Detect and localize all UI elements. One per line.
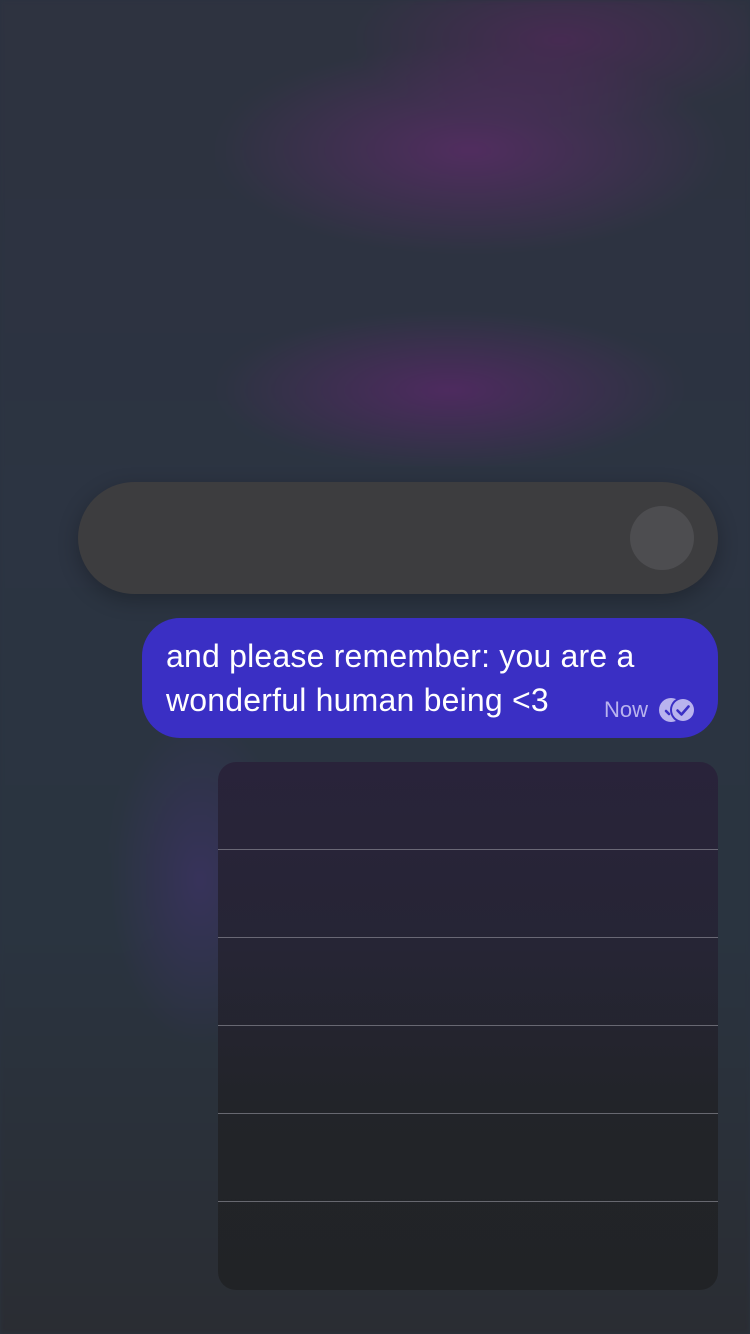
context-menu-item-4[interactable] [218,1026,718,1114]
context-menu-item-6[interactable] [218,1202,718,1290]
expand-reactions-button[interactable] [630,506,694,570]
read-receipt-icon [659,697,696,723]
screen: and please remember: you are a wonderful… [0,0,750,1334]
message-meta: Now [604,696,696,724]
context-menu-item-5[interactable] [218,1114,718,1202]
message-time: Now [603,697,648,722]
context-menu-item-2[interactable] [218,850,718,938]
reaction-bar[interactable] [78,482,718,594]
context-menu-item-3[interactable] [218,938,718,1026]
message-bubble[interactable]: and please remember: you are a wonderful… [142,618,718,738]
context-menu [218,762,718,1290]
context-menu-item-1[interactable] [218,762,718,850]
